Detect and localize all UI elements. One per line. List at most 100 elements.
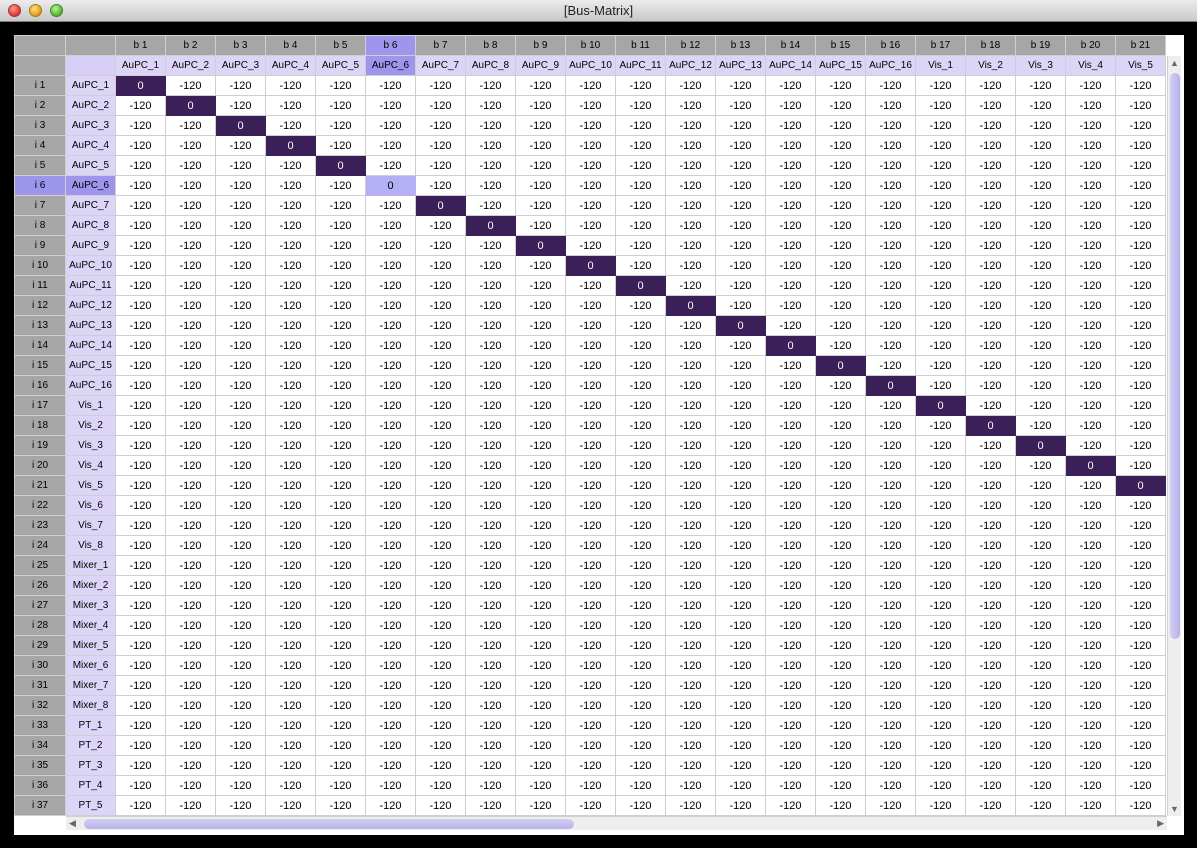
- matrix-cell[interactable]: -120: [465, 195, 516, 216]
- matrix-cell[interactable]: -120: [715, 155, 766, 176]
- matrix-cell[interactable]: -120: [665, 155, 716, 176]
- matrix-cell[interactable]: -120: [965, 75, 1016, 96]
- matrix-cell[interactable]: -120: [1115, 175, 1166, 196]
- matrix-cell[interactable]: -120: [765, 275, 816, 296]
- matrix-cell[interactable]: -120: [265, 415, 316, 436]
- matrix-cell[interactable]: -120: [165, 475, 216, 496]
- matrix-cell[interactable]: -120: [1115, 555, 1166, 576]
- matrix-cell[interactable]: -120: [815, 575, 866, 596]
- matrix-cell[interactable]: -120: [915, 375, 966, 396]
- matrix-cell[interactable]: -120: [1015, 535, 1066, 556]
- matrix-cell-diagonal[interactable]: 0: [1015, 435, 1066, 456]
- matrix-cell[interactable]: -120: [415, 715, 466, 736]
- matrix-cell[interactable]: -120: [1065, 135, 1116, 156]
- matrix-cell[interactable]: -120: [665, 215, 716, 236]
- bus-number-header[interactable]: b 12: [665, 35, 716, 56]
- bus-name-header[interactable]: AuPC_16: [865, 55, 916, 76]
- matrix-cell[interactable]: -120: [1065, 535, 1116, 556]
- matrix-cell[interactable]: -120: [815, 515, 866, 536]
- matrix-cell[interactable]: -120: [465, 475, 516, 496]
- bus-name-header[interactable]: Vis_2: [965, 55, 1016, 76]
- matrix-cell[interactable]: -120: [165, 715, 216, 736]
- matrix-cell[interactable]: -120: [615, 615, 666, 636]
- matrix-cell[interactable]: -120: [965, 95, 1016, 116]
- matrix-cell[interactable]: -120: [765, 135, 816, 156]
- matrix-cell[interactable]: -120: [1015, 295, 1066, 316]
- input-number-header[interactable]: i 16: [14, 375, 66, 396]
- bus-name-header[interactable]: AuPC_5: [315, 55, 366, 76]
- matrix-cell[interactable]: -120: [915, 135, 966, 156]
- matrix-cell[interactable]: -120: [215, 775, 266, 796]
- bus-name-header[interactable]: AuPC_2: [165, 55, 216, 76]
- matrix-cell[interactable]: -120: [1015, 215, 1066, 236]
- input-number-header[interactable]: i 3: [14, 115, 66, 136]
- matrix-cell[interactable]: -120: [915, 535, 966, 556]
- matrix-cell[interactable]: -120: [415, 615, 466, 636]
- matrix-cell[interactable]: -120: [115, 195, 166, 216]
- matrix-cell[interactable]: -120: [1115, 495, 1166, 516]
- matrix-cell[interactable]: -120: [315, 735, 366, 756]
- matrix-cell[interactable]: -120: [415, 295, 466, 316]
- matrix-cell[interactable]: -120: [865, 175, 916, 196]
- matrix-cell[interactable]: -120: [1065, 295, 1116, 316]
- matrix-cell[interactable]: -120: [815, 775, 866, 796]
- matrix-cell[interactable]: -120: [1065, 95, 1116, 116]
- matrix-cell[interactable]: -120: [415, 95, 466, 116]
- bus-name-header[interactable]: AuPC_4: [265, 55, 316, 76]
- matrix-cell[interactable]: -120: [565, 635, 616, 656]
- matrix-cell[interactable]: -120: [165, 355, 216, 376]
- matrix-cell[interactable]: -120: [865, 715, 916, 736]
- matrix-cell-diagonal[interactable]: 0: [965, 415, 1016, 436]
- input-number-header[interactable]: i 8: [14, 215, 66, 236]
- matrix-cell[interactable]: -120: [765, 255, 816, 276]
- input-name-header[interactable]: AuPC_8: [65, 215, 116, 236]
- input-number-header[interactable]: i 24: [14, 535, 66, 556]
- matrix-cell[interactable]: -120: [515, 95, 566, 116]
- matrix-cell[interactable]: -120: [565, 115, 616, 136]
- matrix-cell[interactable]: -120: [365, 575, 416, 596]
- matrix-cell[interactable]: -120: [265, 375, 316, 396]
- matrix-cell[interactable]: -120: [815, 415, 866, 436]
- matrix-cell[interactable]: -120: [115, 495, 166, 516]
- matrix-cell[interactable]: -120: [1115, 275, 1166, 296]
- matrix-cell[interactable]: -120: [615, 195, 666, 216]
- matrix-cell[interactable]: -120: [315, 335, 366, 356]
- matrix-cell[interactable]: -120: [665, 315, 716, 336]
- input-name-header[interactable]: Mixer_6: [65, 655, 116, 676]
- matrix-cell[interactable]: -120: [1115, 155, 1166, 176]
- matrix-cell[interactable]: -120: [515, 795, 566, 816]
- matrix-cell[interactable]: -120: [1115, 575, 1166, 596]
- matrix-cell[interactable]: -120: [215, 395, 266, 416]
- matrix-cell[interactable]: -120: [765, 115, 816, 136]
- matrix-cell[interactable]: -120: [165, 755, 216, 776]
- matrix-cell[interactable]: -120: [865, 155, 916, 176]
- matrix-cell[interactable]: -120: [665, 115, 716, 136]
- matrix-cell[interactable]: -120: [815, 175, 866, 196]
- matrix-cell[interactable]: -120: [315, 455, 366, 476]
- matrix-cell[interactable]: -120: [265, 95, 316, 116]
- matrix-cell[interactable]: -120: [215, 95, 266, 116]
- matrix-cell[interactable]: -120: [915, 315, 966, 336]
- matrix-cell[interactable]: -120: [165, 295, 216, 316]
- matrix-cell[interactable]: -120: [665, 375, 716, 396]
- matrix-cell[interactable]: -120: [815, 275, 866, 296]
- matrix-cell[interactable]: -120: [965, 115, 1016, 136]
- matrix-cell-diagonal[interactable]: 0: [865, 375, 916, 396]
- matrix-cell[interactable]: -120: [265, 715, 316, 736]
- matrix-cell[interactable]: -120: [915, 115, 966, 136]
- matrix-cell[interactable]: -120: [315, 395, 366, 416]
- matrix-cell[interactable]: -120: [1015, 115, 1066, 136]
- matrix-cell[interactable]: -120: [365, 235, 416, 256]
- matrix-cell[interactable]: -120: [1015, 675, 1066, 696]
- matrix-cell[interactable]: -120: [1115, 235, 1166, 256]
- matrix-cell[interactable]: -120: [865, 655, 916, 676]
- matrix-cell[interactable]: -120: [865, 515, 916, 536]
- matrix-cell[interactable]: -120: [165, 255, 216, 276]
- matrix-cell[interactable]: -120: [865, 755, 916, 776]
- matrix-cell[interactable]: -120: [465, 715, 516, 736]
- matrix-cell[interactable]: -120: [715, 355, 766, 376]
- matrix-cell[interactable]: -120: [715, 235, 766, 256]
- matrix-cell[interactable]: -120: [215, 795, 266, 816]
- matrix-cell[interactable]: -120: [365, 615, 416, 636]
- matrix-cell-diagonal[interactable]: 0: [115, 75, 166, 96]
